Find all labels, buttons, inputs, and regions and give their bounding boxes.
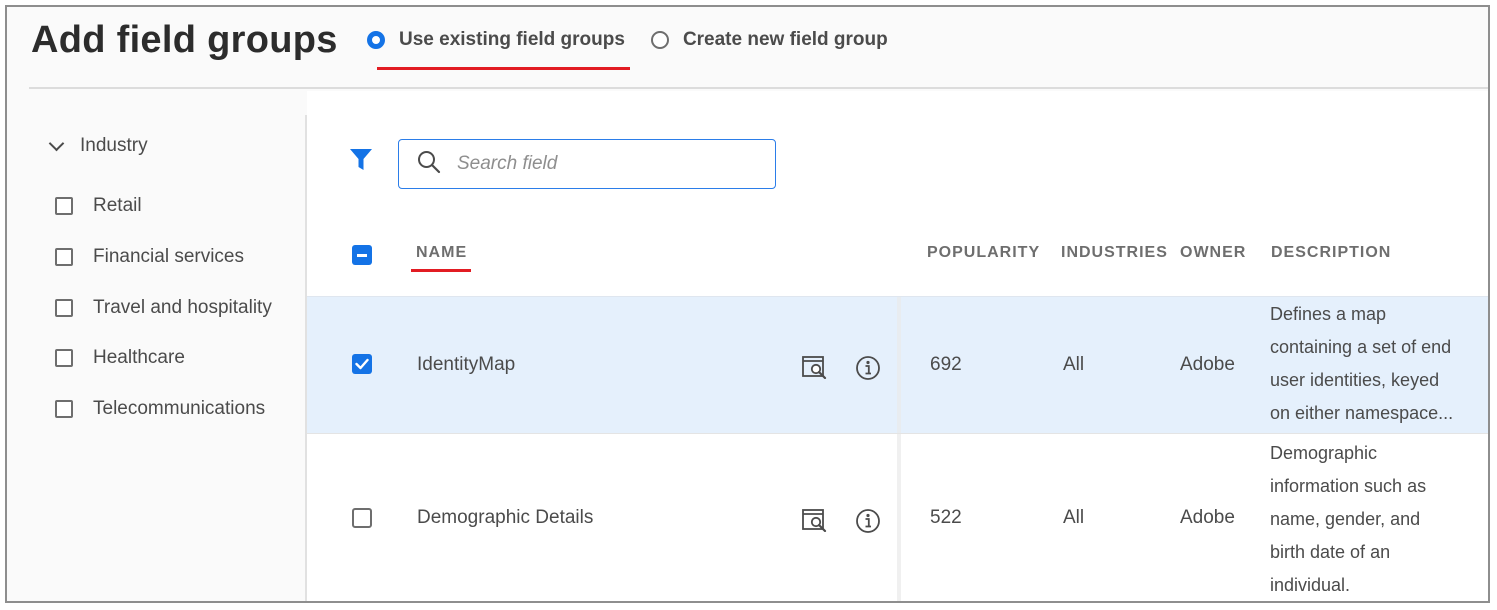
header-divider [29,87,1488,89]
use-existing-label[interactable]: Use existing field groups [399,29,625,51]
column-divider [897,434,901,601]
row-popularity: 522 [930,507,962,528]
description-line: individual. [1270,575,1351,595]
info-icon[interactable] [855,508,881,539]
row-industries: All [1063,354,1085,375]
filter-item-travel-and-hospitality[interactable]: Travel and hospitality [55,297,272,319]
filter-icon[interactable] [349,147,373,178]
table-row[interactable]: Demographic Details 522 All Adobe Demogr… [307,433,1488,601]
row-description: Demographic information such as name, ge… [1270,437,1485,601]
filter-label: Financial services [93,246,244,267]
row-description: Defines a map containing a set of end us… [1270,298,1485,430]
column-header-popularity[interactable]: POPULARITY [927,244,1040,262]
checkmark-icon [355,358,369,370]
description-line: user identities, keyed [1270,370,1440,390]
row-owner: Adobe [1180,507,1235,528]
filter-checkbox[interactable] [55,197,73,215]
description-line: on either namespace... [1270,403,1454,423]
description-line: information such as [1270,476,1427,496]
radio-unselected-icon[interactable] [650,31,669,49]
table-row[interactable]: IdentityMap 692 All Adobe Defines a map … [307,296,1488,433]
row-owner: Adobe [1180,354,1235,375]
filter-checkbox[interactable] [55,349,73,367]
column-header-owner[interactable]: OWNER [1180,244,1246,262]
filter-label: Telecommunications [93,398,266,419]
use-existing-radio-option[interactable]: Use existing field groups [367,29,625,51]
industry-section-label: Industry [80,135,148,156]
search-field[interactable] [398,139,776,189]
industry-section-toggle[interactable]: Industry [48,135,148,157]
filter-label: Retail [93,195,142,216]
create-new-radio-option[interactable]: Create new field group [650,29,888,51]
row-checkbox[interactable] [352,508,372,528]
filter-item-telecommunications[interactable]: Telecommunications [55,398,265,420]
chevron-down-icon [48,135,65,151]
description-line: Demographic [1270,443,1378,463]
select-all-checkbox[interactable] [352,245,372,265]
dialog-frame: Add field groups Use existing field grou… [5,5,1490,603]
filter-item-retail[interactable]: Retail [55,195,142,217]
radio-selected-icon[interactable] [367,31,385,49]
search-input[interactable] [455,152,759,176]
filter-item-financial-services[interactable]: Financial services [55,246,244,268]
create-new-label[interactable]: Create new field group [683,29,888,51]
row-name: Demographic Details [417,507,594,528]
filter-item-healthcare[interactable]: Healthcare [55,347,185,369]
preview-icon[interactable] [802,355,828,384]
filter-checkbox[interactable] [55,248,73,266]
filter-checkbox[interactable] [55,299,73,317]
page-title: Add field groups [31,19,338,61]
indeterminate-dash-icon [357,253,367,257]
column-header-name[interactable]: NAME [416,244,467,262]
description-line: birth date of an [1270,542,1391,562]
preview-icon[interactable] [802,508,828,537]
row-industries: All [1063,507,1085,528]
description-line: Defines a map [1270,304,1387,324]
info-icon[interactable] [855,355,881,386]
column-header-industries[interactable]: INDUSTRIES [1061,244,1168,262]
filter-label: Healthcare [93,347,185,368]
row-popularity: 692 [930,354,962,375]
row-checkbox[interactable] [352,354,372,374]
description-line: containing a set of end [1270,337,1452,357]
highlight-underline-name [411,269,471,272]
column-divider [897,297,901,433]
filter-checkbox[interactable] [55,400,73,418]
description-line: name, gender, and [1270,509,1421,529]
highlight-underline-mode [377,67,630,70]
column-header-description[interactable]: DESCRIPTION [1271,244,1391,262]
filter-label: Travel and hospitality [93,297,272,318]
mode-radio-group: Use existing field groups Create new fie… [367,29,914,51]
row-name: IdentityMap [417,354,516,375]
search-icon [417,150,441,179]
